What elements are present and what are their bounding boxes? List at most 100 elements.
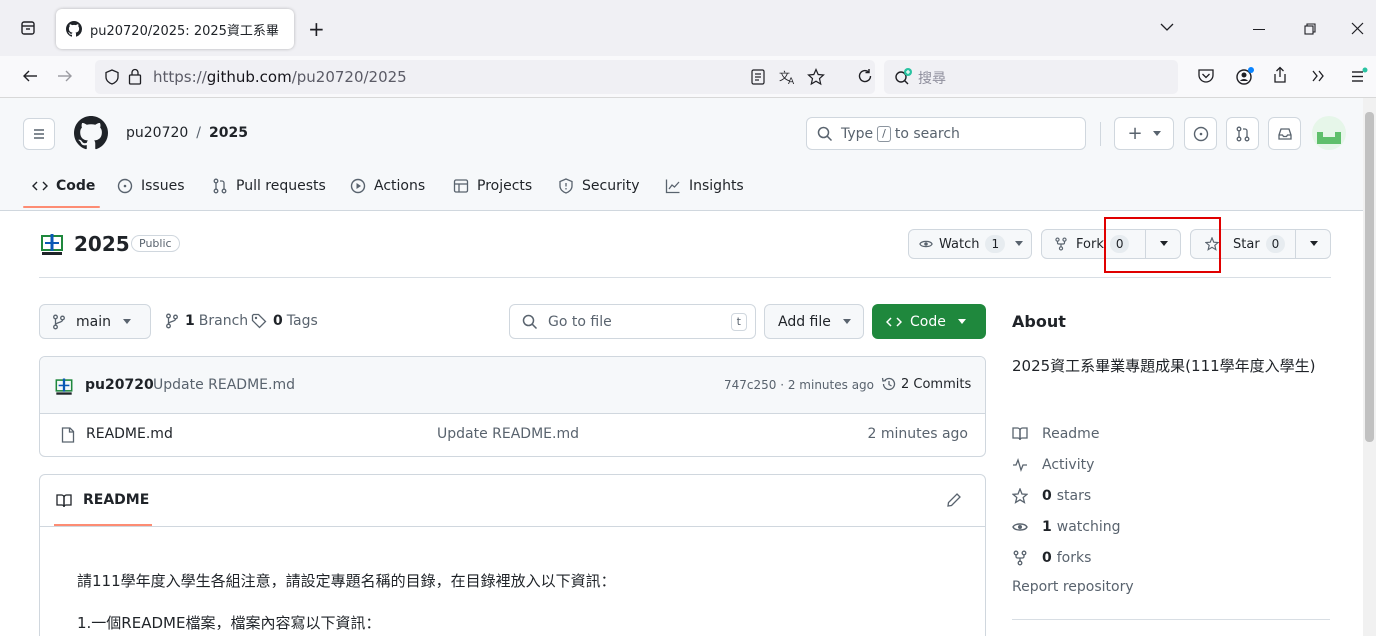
tab-list-icon[interactable] — [20, 20, 36, 36]
tab-title: pu20720/2025: 2025資工系畢 × — [90, 23, 284, 39]
address-bar[interactable]: https://github.com/pu20720/2025 文A — [95, 60, 875, 94]
table-row[interactable]: README.md Update README.md 2 minutes ago — [40, 414, 985, 456]
pencil-icon[interactable] — [946, 492, 962, 508]
forward-arrow-icon[interactable] — [57, 68, 73, 84]
tab-projects[interactable]: Projects — [453, 174, 532, 198]
history-icon — [881, 377, 896, 391]
caret-down-icon — [122, 318, 131, 324]
avatar[interactable] — [1312, 116, 1346, 150]
search-icon — [817, 126, 833, 141]
readme-panel: README 請111學年度入學生各組注意，請設定專題名稱的目錄，在目錄裡放入以… — [39, 474, 986, 636]
close-window-icon[interactable] — [1351, 22, 1364, 35]
commits-link[interactable]: 2 Commits — [881, 376, 971, 392]
scrollbar-thumb[interactable] — [1365, 112, 1374, 442]
new-tab-button[interactable]: + — [308, 19, 325, 39]
git-pull-request-icon — [1236, 126, 1249, 141]
about-stars-link[interactable]: 0 stars — [1012, 485, 1091, 507]
tab-security[interactable]: Security — [558, 174, 640, 198]
caret-down-icon — [1015, 241, 1024, 246]
file-table: pu20720 Update README.md 747c250 · 2 min… — [39, 356, 986, 457]
tags-link[interactable]: 0 Tags — [251, 313, 318, 329]
breadcrumb-repo[interactable]: 2025 — [209, 125, 248, 141]
issues-header-button[interactable] — [1184, 117, 1217, 150]
add-file-button[interactable]: Add file — [764, 304, 864, 339]
about-forks-link[interactable]: 0 forks — [1012, 547, 1091, 569]
commit-hash-time[interactable]: 747c250 · 2 minutes ago — [724, 378, 874, 392]
watch-button[interactable]: Watch 1 — [908, 229, 1032, 259]
scrollbar-track[interactable] — [1363, 98, 1376, 636]
repo-name[interactable]: 2025 — [74, 232, 130, 256]
tab-pull-requests[interactable]: Pull requests — [212, 174, 326, 198]
url-text[interactable]: https://github.com/pu20720/2025 — [153, 68, 407, 86]
code-dropdown-button[interactable]: Code — [872, 304, 986, 339]
create-new-button[interactable]: + — [1114, 117, 1174, 150]
about-activity-link[interactable]: Activity — [1012, 454, 1094, 476]
go-to-file-input[interactable]: Go to file t — [509, 304, 756, 339]
tab-code[interactable]: Code — [32, 174, 95, 198]
commit-author[interactable]: pu20720 — [85, 377, 154, 393]
bookmark-star-icon[interactable] — [807, 68, 825, 86]
tab-actions[interactable]: Actions — [350, 174, 425, 198]
github-favicon-icon — [66, 21, 82, 37]
tab-insights[interactable]: Insights — [665, 174, 744, 198]
pull-requests-header-button[interactable] — [1226, 117, 1259, 150]
add-file-label: Add file — [778, 313, 831, 330]
star-dropdown-button[interactable] — [1296, 230, 1331, 258]
code-icon — [32, 181, 48, 191]
browser-search-field[interactable]: 搜尋 — [884, 60, 1178, 94]
pocket-icon[interactable] — [1197, 67, 1215, 85]
file-name[interactable]: README.md — [86, 426, 173, 442]
account-icon[interactable] — [1235, 66, 1255, 86]
reader-view-icon[interactable] — [751, 69, 765, 85]
tab-issues-label: Issues — [141, 178, 185, 194]
star-count: 0 — [1265, 235, 1286, 253]
breadcrumb-owner[interactable]: pu20720 — [126, 125, 188, 141]
branch-name: main — [76, 313, 111, 330]
git-pull-request-icon — [213, 178, 227, 194]
readme-title[interactable]: README — [83, 492, 149, 508]
committer-avatar-icon — [55, 378, 73, 395]
watch-label: Watch — [939, 236, 980, 252]
file-icon — [61, 427, 75, 443]
reload-icon[interactable] — [857, 68, 873, 84]
tab-issues[interactable]: Issues — [117, 174, 185, 198]
share-icon[interactable] — [1272, 66, 1288, 84]
shield-icon[interactable] — [104, 69, 120, 85]
github-logo-icon[interactable] — [74, 116, 108, 150]
inbox-header-button[interactable] — [1268, 117, 1301, 150]
tab-projects-label: Projects — [477, 178, 533, 194]
branches-link[interactable]: 1 Branch — [165, 313, 248, 329]
readme-header: README — [40, 475, 985, 527]
report-repository-link[interactable]: Report repository — [1012, 579, 1134, 595]
about-stars-label: stars — [1056, 488, 1092, 504]
url-scheme: https:// — [153, 68, 207, 86]
back-arrow-icon[interactable] — [22, 68, 38, 84]
commit-message[interactable]: Update README.md — [153, 377, 295, 393]
tab-overflow-chevron-icon[interactable] — [1160, 22, 1174, 32]
active-tab-underline — [23, 206, 100, 208]
about-forks-label: forks — [1056, 550, 1092, 566]
branch-selector[interactable]: main — [39, 304, 151, 339]
translate-icon[interactable]: 文A — [779, 68, 797, 86]
tab-actions-label: Actions — [374, 178, 426, 194]
about-readme-link[interactable]: Readme — [1012, 423, 1099, 445]
search-placeholder: 搜尋 — [918, 71, 946, 87]
readme-paragraph-2: 1.一個README檔案，檔案內容寫以下資訊： — [77, 614, 381, 632]
github-search-input[interactable]: Type / to search — [806, 117, 1086, 150]
code-button-label: Code — [910, 313, 946, 330]
restore-icon[interactable] — [1304, 23, 1316, 35]
browser-toolbar: https://github.com/pu20720/2025 文A 搜尋 — [0, 56, 1376, 98]
file-commit-message[interactable]: Update README.md — [437, 426, 579, 442]
code-icon — [886, 316, 902, 327]
about-watching-link[interactable]: 1 watching — [1012, 516, 1121, 538]
hamburger-menu-button[interactable] — [23, 118, 55, 150]
app-menu-icon[interactable] — [1350, 67, 1368, 85]
minimize-icon[interactable] — [1253, 29, 1265, 30]
tab-security-label: Security — [582, 178, 640, 194]
caret-down-icon — [1152, 130, 1161, 136]
git-branch-icon — [166, 313, 178, 329]
overflow-chevrons-icon[interactable] — [1311, 69, 1325, 83]
lock-icon[interactable] — [128, 68, 142, 85]
url-domain: github.com — [206, 68, 292, 86]
browser-tab-active[interactable]: pu20720/2025: 2025資工系畢 × — [56, 9, 294, 49]
